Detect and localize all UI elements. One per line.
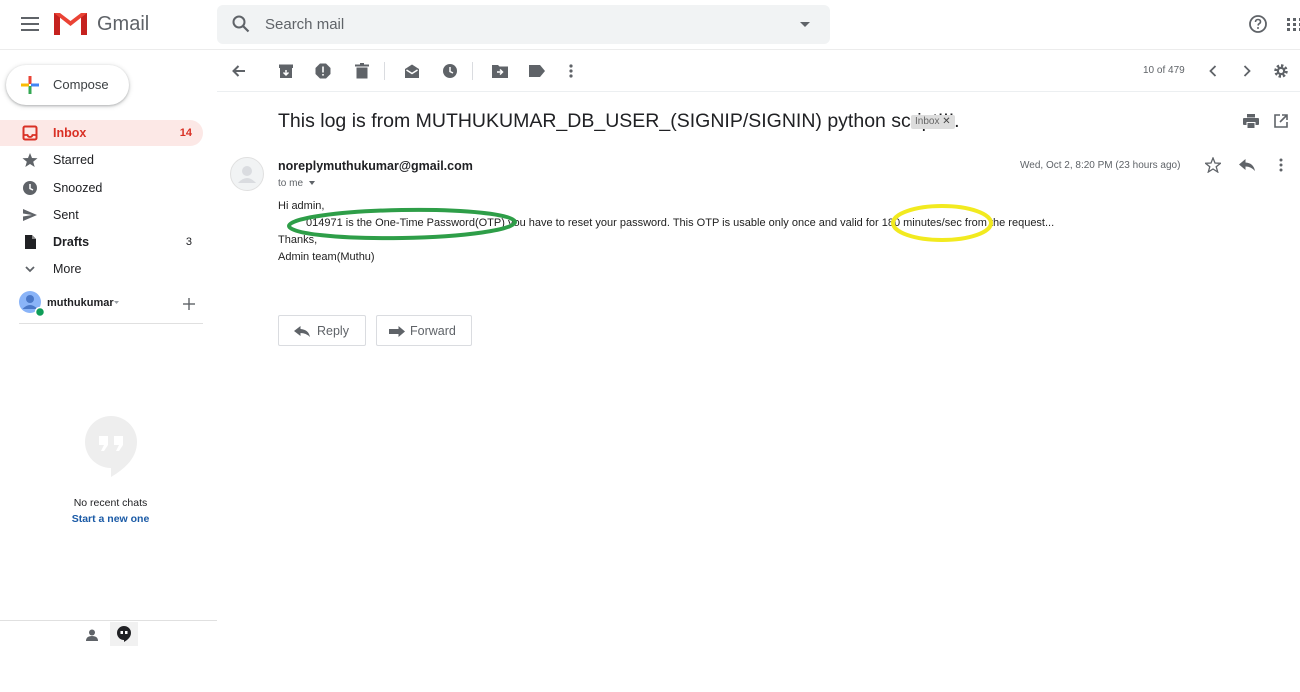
draft-icon [22, 234, 38, 250]
forward-label: Forward [410, 324, 456, 338]
sidebar-item-label: Snoozed [53, 181, 103, 195]
remove-label-icon[interactable]: ✕ [942, 116, 950, 127]
inbox-icon [22, 125, 38, 141]
email-subject: This log is from MUTHUKUMAR_DB_USER_(SIG… [278, 110, 960, 132]
gmail-logo-text: Gmail [97, 13, 150, 35]
sidebar-item-starred[interactable]: Starred [0, 147, 203, 173]
otp-highlight-ellipse [287, 207, 517, 241]
reply-arrow-icon[interactable] [1235, 153, 1259, 177]
email-date: Wed, Oct 2, 8:20 PM (23 hours ago) [1020, 160, 1181, 171]
gmail-logo-icon[interactable] [54, 13, 87, 35]
sidebar-item-label: More [53, 262, 82, 276]
apps-grid-icon[interactable] [1283, 12, 1300, 36]
pagination-count: 10 of 479 [1143, 65, 1185, 76]
sidebar-item-drafts[interactable]: Drafts 3 [0, 229, 203, 255]
compose-button[interactable]: Compose [6, 65, 129, 105]
start-chat-link[interactable]: Start a new one [0, 513, 221, 525]
divider [0, 620, 217, 621]
sidebar-item-label: Starred [53, 153, 94, 167]
star-icon [22, 152, 38, 168]
sender-avatar[interactable] [230, 157, 264, 191]
account-name[interactable]: muthukumar [47, 297, 114, 309]
mark-unread-icon[interactable] [400, 59, 424, 83]
sidebar-item-snoozed[interactable]: Snoozed [0, 175, 203, 201]
add-account-icon[interactable] [177, 292, 201, 316]
hangouts-quote-icon [85, 416, 137, 478]
reply-label: Reply [317, 324, 349, 338]
chevron-left-icon[interactable] [1201, 59, 1225, 83]
chevron-right-icon[interactable] [1235, 59, 1259, 83]
move-to-folder-icon[interactable] [488, 59, 512, 83]
details-caret-icon[interactable] [308, 181, 315, 186]
search-bar [217, 5, 830, 44]
star-email-icon[interactable] [1201, 153, 1225, 177]
unread-count: 14 [179, 127, 192, 139]
help-icon[interactable] [1246, 12, 1270, 36]
sidebar-item-label: Sent [53, 208, 79, 222]
chevron-down-icon [22, 261, 38, 277]
sidebar-item-inbox[interactable]: Inbox 14 [0, 120, 203, 146]
print-icon[interactable] [1239, 109, 1263, 133]
send-icon [22, 207, 38, 223]
divider [19, 323, 203, 324]
search-icon[interactable] [229, 12, 253, 36]
sender-email[interactable]: noreplymuthukumar@gmail.com [278, 159, 473, 173]
contacts-person-icon[interactable] [80, 623, 104, 647]
delete-trash-icon[interactable] [350, 59, 374, 83]
toolbar-divider [384, 62, 385, 80]
email-signature: Admin team(Muthu) [278, 251, 375, 263]
top-bar: Gmail [0, 0, 1300, 50]
recipient-details[interactable]: to me [278, 178, 315, 189]
search-input[interactable] [265, 5, 785, 44]
toolbar-divider [217, 91, 1300, 92]
toolbar-divider [472, 62, 473, 80]
inbox-label-chip[interactable]: Inbox ✕ [911, 115, 955, 129]
back-arrow-icon[interactable] [227, 59, 251, 83]
sidebar-item-more[interactable]: More [0, 256, 203, 282]
more-vert-icon[interactable] [559, 59, 583, 83]
more-vert-icon[interactable] [1269, 153, 1293, 177]
avatar[interactable] [19, 291, 45, 317]
forward-button[interactable]: Forward [376, 315, 472, 346]
recipient-label: to me [278, 178, 304, 189]
sidebar-item-label: Inbox [53, 126, 87, 140]
snooze-clock-icon[interactable] [438, 59, 462, 83]
no-chats-text: No recent chats [73, 497, 148, 509]
label-tag-icon[interactable] [525, 59, 549, 83]
settings-gear-icon[interactable] [1269, 59, 1293, 83]
forward-icon [389, 326, 405, 337]
compose-label: Compose [53, 77, 109, 92]
reply-icon [294, 326, 310, 337]
sidebar-item-label: Drafts [53, 235, 90, 249]
account-caret-icon[interactable] [114, 301, 119, 304]
validity-highlight-ellipse [891, 204, 993, 242]
clock-icon [22, 180, 38, 196]
sidebar-item-sent[interactable]: Sent [0, 202, 203, 228]
reply-button[interactable]: Reply [278, 315, 366, 346]
report-spam-icon[interactable] [311, 59, 335, 83]
open-new-window-icon[interactable] [1269, 109, 1293, 133]
archive-icon[interactable] [274, 59, 298, 83]
inbox-chip-label: Inbox [915, 116, 940, 127]
hangouts-chat-icon[interactable] [110, 622, 138, 646]
drafts-count: 3 [185, 236, 192, 248]
compose-plus-icon [21, 76, 39, 94]
search-options-caret-icon[interactable] [793, 12, 817, 36]
main-menu-icon[interactable] [18, 12, 42, 36]
